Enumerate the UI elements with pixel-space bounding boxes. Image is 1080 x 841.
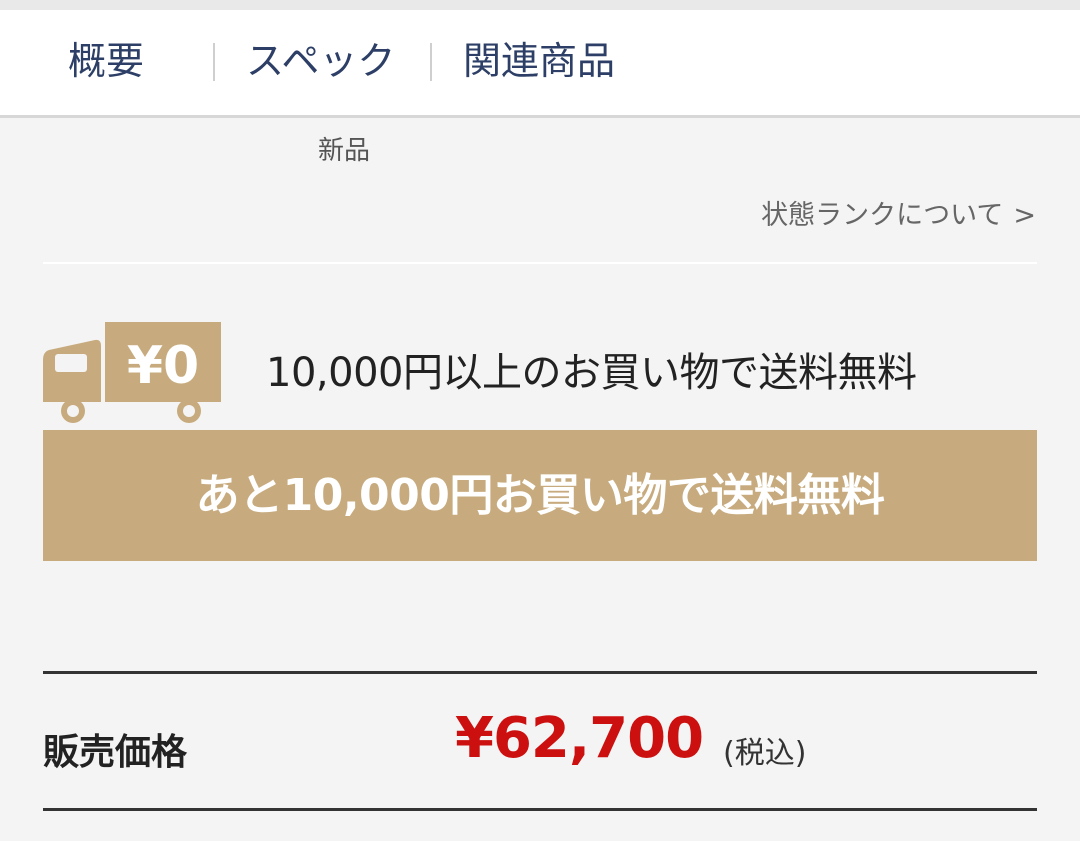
tax-included-note: (税込) <box>723 736 807 771</box>
chevron-right-icon: > <box>1013 200 1036 231</box>
condition-value: 新品 <box>318 136 371 166</box>
tab-separator <box>213 43 215 81</box>
condition-rank-link[interactable]: 状態ランクについて > <box>761 193 1036 232</box>
tab-spec[interactable]: スペック <box>246 10 395 115</box>
price-value: ¥62,700 <box>455 706 704 771</box>
section-divider <box>43 262 1037 264</box>
truck-icon-label: ¥0 <box>127 336 199 396</box>
top-strip <box>0 0 1080 10</box>
truck-icon: ¥0 <box>43 322 221 423</box>
condition-rank-link-label: 状態ランクについて <box>761 200 1004 231</box>
free-shipping-banner: あと10,000円お買い物で送料無料 <box>43 430 1037 561</box>
tab-overview[interactable]: 概要 <box>68 10 144 115</box>
tab-related-products[interactable]: 関連商品 <box>463 10 615 115</box>
tab-bar: 概要 スペック 関連商品 <box>0 10 1080 118</box>
tab-separator <box>430 43 432 81</box>
price-rule-bottom <box>43 808 1037 811</box>
price-rule-top <box>43 671 1037 674</box>
price-label: 販売価格 <box>43 732 188 773</box>
free-shipping-note: 10,000円以上のお買い物で送料無料 <box>266 350 917 396</box>
